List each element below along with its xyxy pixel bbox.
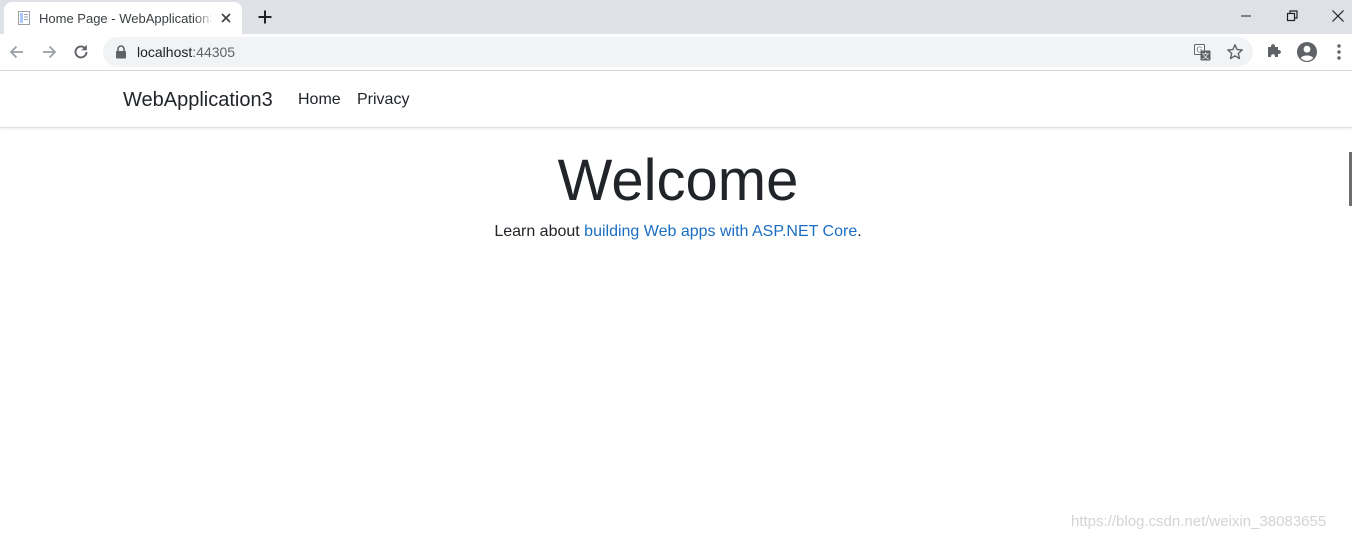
browser-toolbar: localhost:44305 G 文 (0, 34, 1352, 70)
learn-prefix: Learn about (494, 223, 585, 240)
svg-text:文: 文 (1202, 51, 1210, 61)
tab-strip: Home Page - WebApplication3 (0, 0, 1352, 34)
docs-link[interactable]: building Web apps with ASP.NET Core (584, 223, 857, 240)
arrow-right-icon[interactable] (39, 42, 59, 62)
learn-paragraph: Learn about building Web apps with ASP.N… (0, 222, 1352, 242)
browser-tab[interactable]: Home Page - WebApplication3 (4, 2, 242, 34)
url-text[interactable]: localhost:44305 (137, 44, 235, 61)
watermark: https://blog.csdn.net/weixin_38083655 (1071, 513, 1327, 530)
kebab-menu-icon[interactable] (1332, 42, 1346, 62)
plus-icon[interactable] (256, 8, 274, 26)
lock-icon[interactable] (115, 45, 127, 59)
arrow-left-icon[interactable] (7, 42, 27, 62)
restore-icon[interactable] (1282, 6, 1302, 26)
reload-icon[interactable] (71, 42, 91, 62)
translate-icon[interactable]: G 文 (1194, 44, 1211, 61)
page-icon (18, 11, 30, 25)
nav-link-home[interactable]: Home (298, 90, 341, 110)
url-port: :44305 (192, 44, 236, 60)
tab-title: Home Page - WebApplication3 (39, 11, 211, 26)
learn-suffix: . (857, 223, 862, 240)
navbar-brand[interactable]: WebApplication3 (123, 88, 273, 112)
main-content: Welcome Learn about building Web apps wi… (0, 128, 1352, 539)
tab-title-fade (194, 8, 214, 28)
page-heading: Welcome (557, 148, 799, 213)
puzzle-icon[interactable] (1265, 42, 1283, 60)
window-close-icon[interactable] (1328, 6, 1348, 26)
star-icon[interactable] (1226, 43, 1244, 61)
site-navbar: WebApplication3 Home Privacy (0, 71, 1352, 128)
nav-link-privacy[interactable]: Privacy (357, 90, 409, 110)
profile-icon[interactable] (1296, 41, 1318, 63)
minimize-icon[interactable] (1236, 6, 1256, 26)
address-bar[interactable]: localhost:44305 G 文 (103, 37, 1253, 67)
url-host: localhost (137, 44, 193, 60)
close-icon[interactable] (218, 10, 234, 26)
